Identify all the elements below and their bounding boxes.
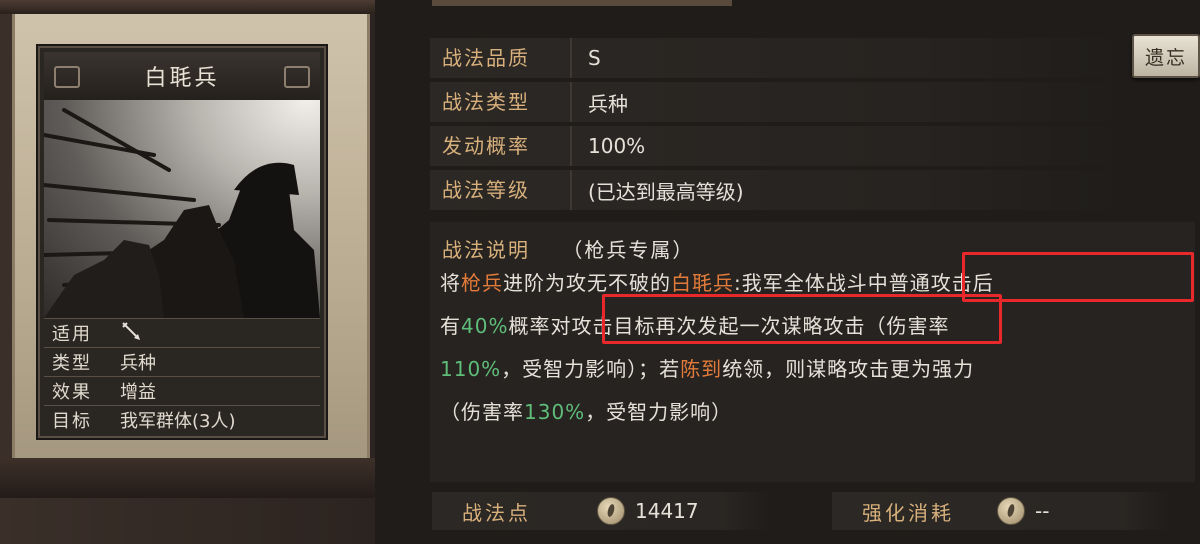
card-title: 白毦兵 (144, 66, 220, 91)
stat-row-level: 战法等级 (已达到最高等级) (430, 170, 1130, 210)
upgrade-cost-label: 强化消耗 (862, 500, 954, 525)
card-field-row: 目标 我军群体(3人) (44, 405, 320, 434)
coin-icon (597, 497, 625, 525)
ornament-icon (284, 66, 310, 88)
stat-row-probability: 发动概率 100% (430, 126, 1130, 166)
stat-value: 100% (588, 134, 646, 158)
troop-highlight: 白毦兵 (671, 271, 734, 295)
spearmen-silhouette-image (44, 108, 320, 318)
desc-text: 有 (440, 314, 461, 338)
desc-text: （伤害率 (440, 400, 524, 424)
spear-icon (122, 321, 140, 340)
coin-icon (997, 497, 1025, 525)
tactic-points-label: 战法点 (462, 500, 531, 525)
tactic-card: 白毦兵 适用 类型 兵种 效果 增益 目标 我军群体(3人) (36, 44, 328, 440)
upgrade-cost-row: 强化消耗 -- (832, 492, 1172, 530)
card-field-value: 兵种 (120, 353, 156, 374)
card-field-key: 目标 (52, 411, 92, 432)
stat-row-type: 战法类型 兵种 (430, 82, 1130, 122)
upgrade-cost-value: -- (1035, 499, 1050, 523)
exclusive-tag: （枪兵专属） (562, 238, 695, 262)
desc-text: 将 (440, 271, 461, 295)
card-info-table: 适用 类型 兵种 效果 增益 目标 我军群体(3人) (44, 318, 320, 434)
card-field-key: 适用 (52, 324, 92, 345)
card-field-value (120, 320, 142, 347)
stat-label: 战法等级 (430, 170, 572, 210)
value-highlight: 40% (461, 314, 509, 338)
tactic-artwork (44, 100, 320, 318)
card-title-bar: 白毦兵 (44, 52, 320, 101)
card-field-row: 类型 兵种 (44, 347, 320, 376)
general-highlight: 陈到 (680, 357, 723, 381)
desc-text: :我军全体战斗中普通攻击后 (734, 271, 994, 295)
card-field-value: 我军群体(3人) (120, 411, 236, 432)
annotation-box (602, 294, 1002, 344)
value-highlight: 130% (524, 400, 586, 424)
card-field-key: 类型 (52, 353, 92, 374)
scroll-rod-top (0, 0, 375, 14)
desc-text: 进阶为攻无不破的 (503, 271, 671, 295)
stat-label: 战法品质 (430, 38, 572, 78)
stat-row-quality: 战法品质 S (430, 38, 1130, 78)
desc-text: ，受智力影响） (585, 400, 733, 424)
stat-value: (已达到最高等级) (588, 179, 744, 204)
desc-text: 统领，则谋略攻击更为强力 (722, 357, 975, 381)
card-field-row: 适用 (44, 318, 320, 347)
card-field-row: 效果 增益 (44, 376, 320, 405)
ornament-icon (54, 66, 80, 88)
forget-button[interactable]: 遗忘 (1132, 34, 1200, 78)
description-header: 战法说明 （枪兵专属） (442, 234, 694, 263)
value-highlight: 110% (440, 357, 502, 381)
card-field-value: 增益 (120, 382, 156, 403)
stat-label: 战法类型 (430, 82, 572, 122)
desc-text: ，受智力影响）；若 (501, 357, 681, 381)
tactic-points-row: 战法点 14417 (432, 492, 772, 530)
stat-label: 发动概率 (430, 126, 572, 166)
top-strip (432, 0, 732, 6)
stat-value: 兵种 (588, 91, 628, 116)
stat-value: S (588, 46, 601, 70)
troop-highlight: 枪兵 (461, 271, 503, 295)
scroll-panel: 白毦兵 适用 类型 兵种 效果 增益 目标 我军群体(3人) (0, 0, 375, 544)
scroll-rod-bottom (0, 458, 375, 498)
card-field-key: 效果 (52, 382, 92, 403)
tactic-points-value: 14417 (635, 499, 699, 523)
description-label: 战法说明 (442, 238, 530, 262)
